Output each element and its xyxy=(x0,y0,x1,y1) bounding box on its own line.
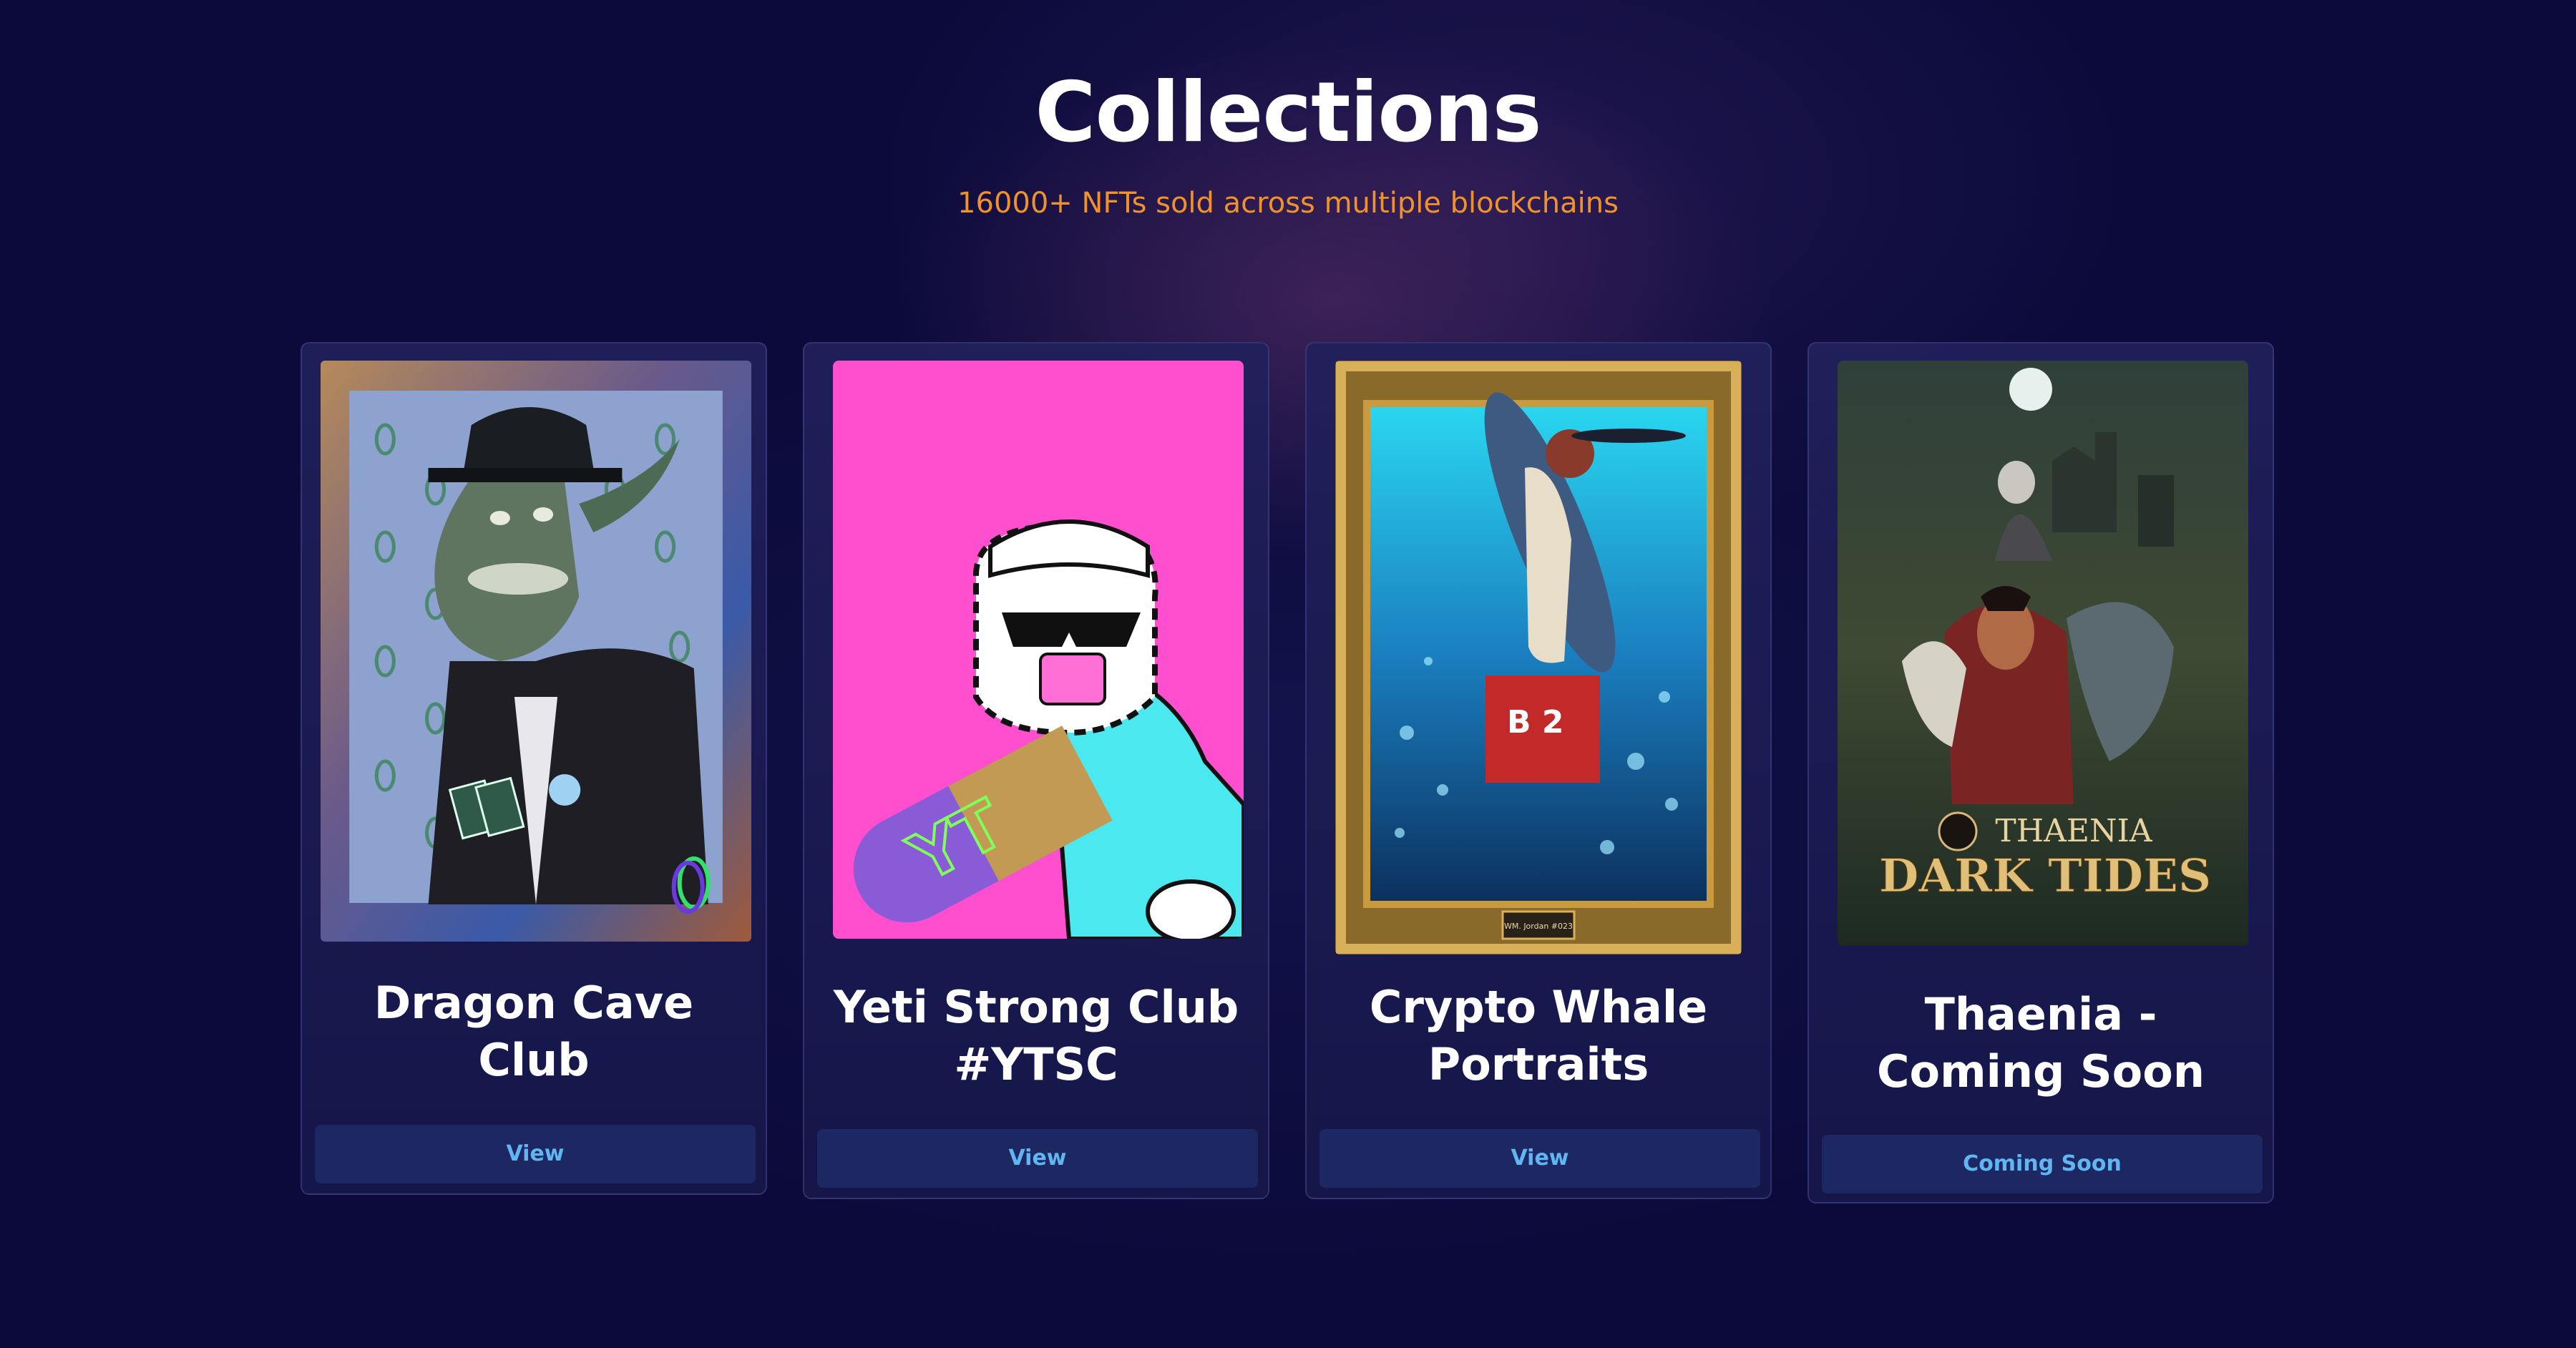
view-button[interactable]: View xyxy=(1319,1129,1760,1188)
view-button[interactable]: View xyxy=(817,1129,1258,1188)
section-subtitle: 16000+ NFTs sold across multiple blockch… xyxy=(957,187,1619,220)
collection-card-crypto-whale-portraits: B 2 WM. Jordan #023 Crypto Whale Portrai… xyxy=(1305,342,1772,1199)
dragon-nft-image[interactable] xyxy=(321,361,751,942)
card-title: Thaenia - Coming Soon xyxy=(1876,988,2205,1098)
dragon-nft-artwork xyxy=(321,361,751,942)
thaenia-logo-text: THAENIA xyxy=(1995,813,2152,849)
thaenia-image[interactable]: THAENIA DARK TIDES xyxy=(1838,361,2248,946)
svg-text:B 2: B 2 xyxy=(1507,704,1563,741)
thaenia-subtitle-text: DARK TIDES xyxy=(1879,849,2211,903)
yeti-nft-artwork: YT xyxy=(833,361,1244,939)
collection-card-thaenia: THAENIA DARK TIDES Thaenia - Coming Soon… xyxy=(1807,342,2274,1203)
section-title: Collections xyxy=(1035,64,1541,161)
whale-plaque-text: WM. Jordan #023 xyxy=(1504,922,1573,931)
collection-card-dragon-cave-club: Dragon Cave Club View xyxy=(301,342,767,1195)
thaenia-game-artwork: THAENIA DARK TIDES xyxy=(1838,361,2248,946)
whale-portrait-artwork: B 2 WM. Jordan #023 xyxy=(1335,361,1742,954)
card-title: Yeti Strong Club #YTSC xyxy=(833,981,1239,1090)
card-title: Dragon Cave Club xyxy=(374,977,694,1086)
coming-soon-button[interactable]: Coming Soon xyxy=(1822,1135,2263,1193)
collection-card-yeti-strong-club: YT Yeti Strong Club #YTSC View xyxy=(803,342,1269,1199)
card-title: Crypto Whale Portraits xyxy=(1369,981,1708,1090)
whale-portrait-image[interactable]: B 2 WM. Jordan #023 xyxy=(1335,361,1742,954)
view-button[interactable]: View xyxy=(315,1125,756,1183)
yeti-nft-image[interactable]: YT xyxy=(833,361,1244,939)
